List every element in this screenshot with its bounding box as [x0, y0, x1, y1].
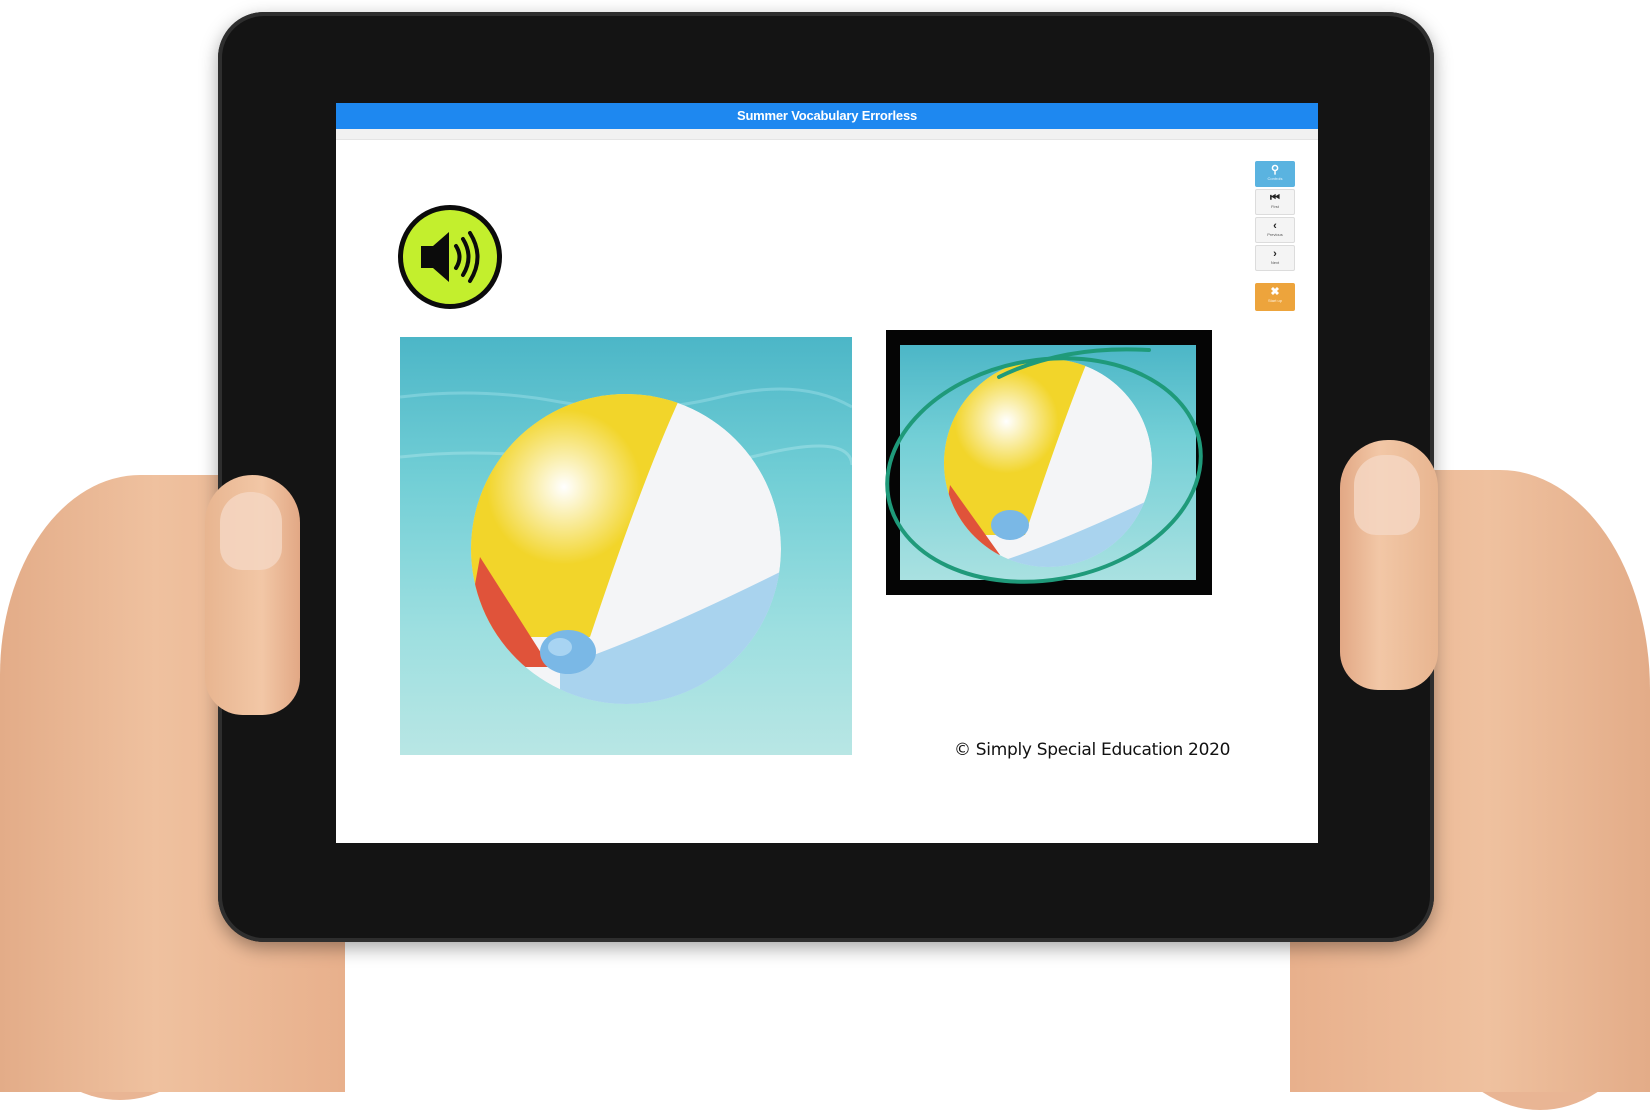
previous-icon: ‹: [1273, 220, 1277, 232]
next-button-label: Next: [1270, 260, 1280, 265]
first-button-label: First: [1271, 204, 1279, 209]
close-icon: ✖: [1270, 286, 1280, 298]
next-button[interactable]: › Next: [1255, 245, 1295, 271]
previous-button[interactable]: ‹ Previous: [1255, 217, 1295, 243]
answer-choice-card[interactable]: [886, 330, 1212, 595]
search-button-label: Controls: [1267, 176, 1283, 181]
beach-ball-icon: [400, 387, 852, 704]
right-thumbnail: [1354, 455, 1420, 535]
close-button-label: Start up: [1267, 298, 1282, 303]
tablet-screen: Summer Vocabulary Errorless ⚲ Controls ⏮…: [336, 103, 1318, 843]
previous-button-label: Previous: [1267, 232, 1283, 237]
app-title: Summer Vocabulary Errorless: [736, 108, 918, 123]
next-icon: ›: [1273, 248, 1277, 260]
play-audio-button[interactable]: [398, 205, 502, 309]
beach-ball-image: [400, 337, 852, 755]
speaker-icon: [421, 231, 480, 283]
search-icon: ⚲: [1270, 164, 1280, 176]
app-title-bar: Summer Vocabulary Errorless: [336, 103, 1318, 129]
beach-ball-icon: [944, 359, 1152, 567]
toolbar-strip: [336, 129, 1318, 140]
copyright-text: © Simply Special Education 2020: [954, 740, 1231, 760]
search-button[interactable]: ⚲ Controls: [1255, 161, 1295, 187]
left-thumbnail: [220, 492, 282, 570]
beach-ball-choice-image: [900, 345, 1196, 580]
first-icon: ⏮: [1270, 192, 1280, 204]
navigation-panel: ⚲ Controls ⏮ First ‹ Previous › Next ✖ S…: [1255, 161, 1297, 313]
first-button[interactable]: ⏮ First: [1255, 189, 1295, 215]
close-button[interactable]: ✖ Start up: [1255, 283, 1295, 311]
